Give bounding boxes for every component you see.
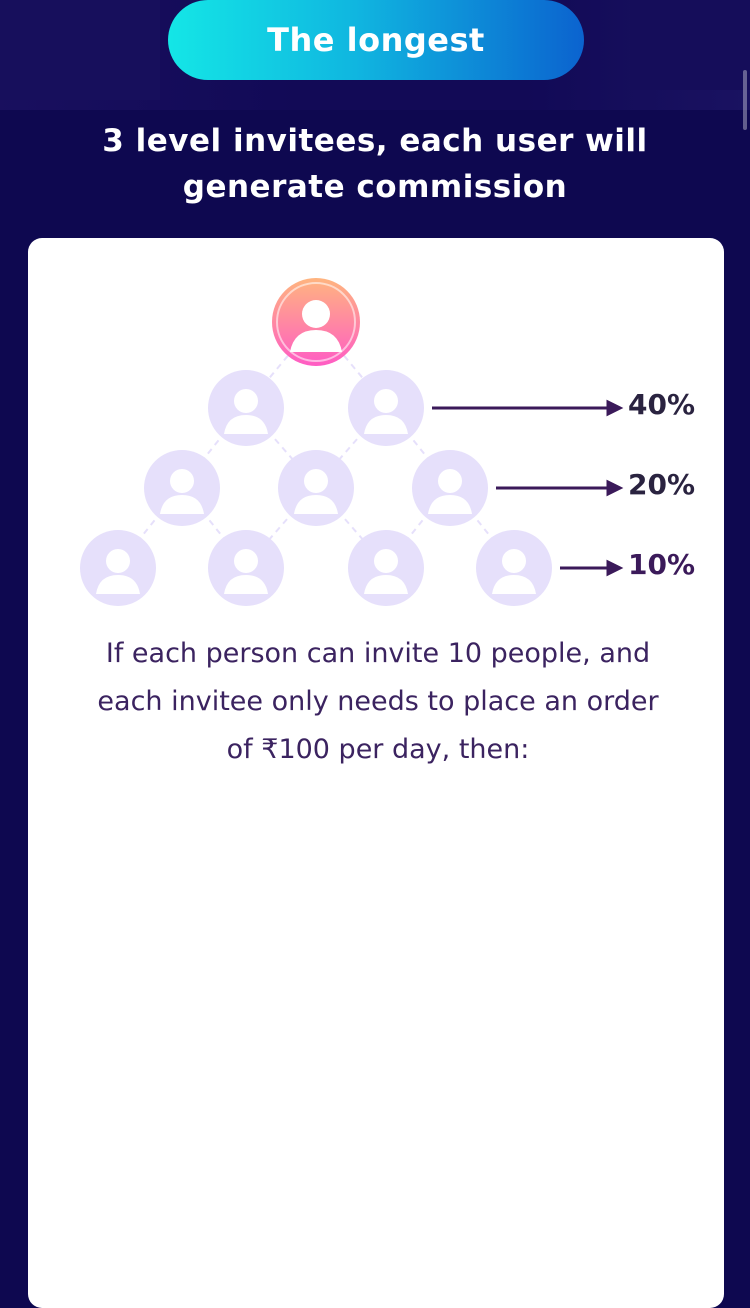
level-3-avatar-icon — [348, 530, 424, 606]
root-avatar-icon — [272, 278, 360, 366]
arrow-level-2 — [496, 479, 624, 497]
arrow-level-1 — [432, 399, 624, 417]
header-background-block-right — [630, 0, 750, 90]
level-2-avatar-icon — [412, 450, 488, 526]
header-background-block-left — [0, 0, 160, 100]
arrow-level-3 — [560, 559, 624, 577]
level-2-avatar-icon — [144, 450, 220, 526]
page-subtitle: 3 level invitees, each user will generat… — [102, 123, 648, 205]
level-3-percent: 10% — [628, 548, 696, 581]
level-1-avatar-icon — [208, 370, 284, 446]
level-1-percent: 40% — [628, 388, 696, 421]
level-2-percent: 20% — [628, 468, 696, 501]
commission-description: If each person can invite 10 people, and… — [97, 638, 659, 765]
level-2-avatar-icon — [278, 450, 354, 526]
level-3-avatar-icon — [208, 530, 284, 606]
the-longest-pill: The longest — [168, 0, 584, 80]
level-3-avatar-icon — [476, 530, 552, 606]
level-1-avatar-icon — [348, 370, 424, 446]
scrollbar[interactable] — [743, 70, 747, 130]
commission-card: 40% 20% 10% If each person can invite 10… — [28, 238, 724, 1308]
level-3-avatar-icon — [80, 530, 156, 606]
